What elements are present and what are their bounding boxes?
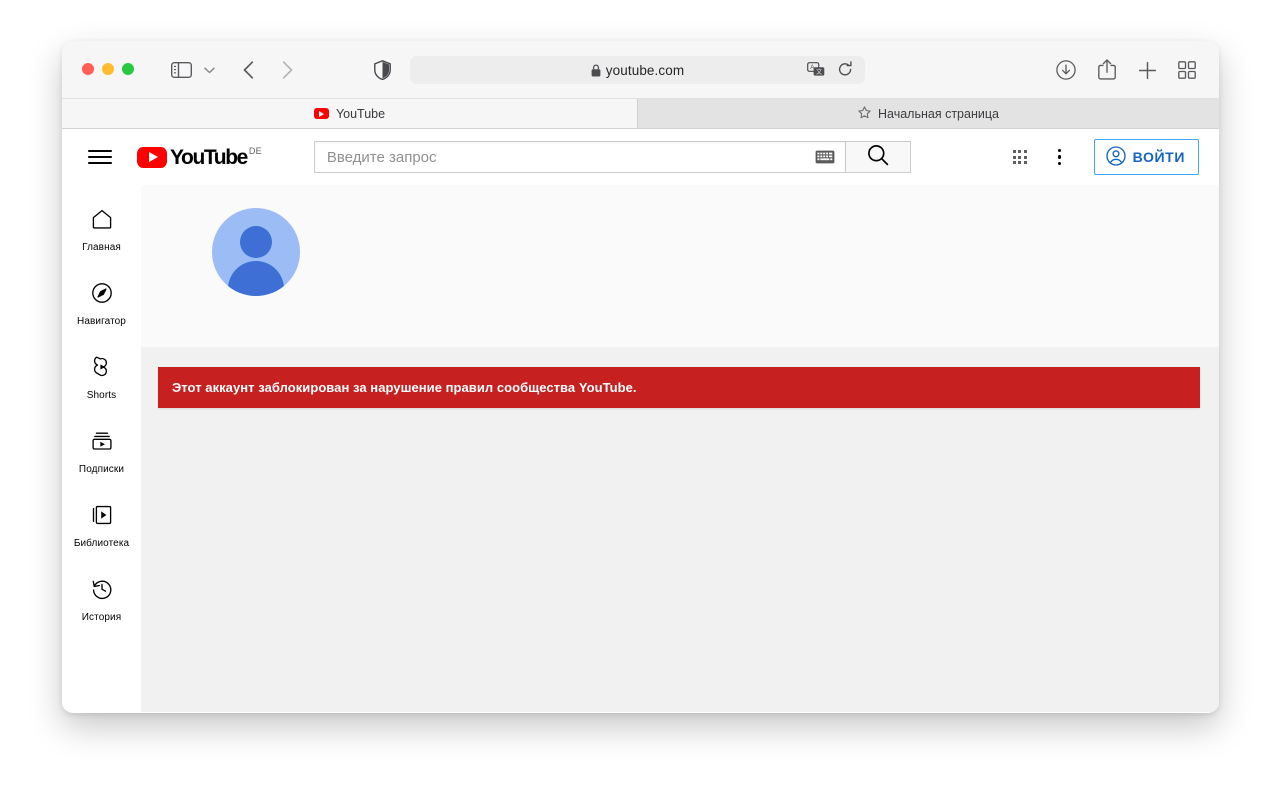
sidebar-item-library[interactable]: Библиотека bbox=[62, 489, 141, 563]
shield-privacy-icon[interactable] bbox=[370, 58, 394, 82]
search-input-wrapper bbox=[313, 141, 845, 173]
compass-icon bbox=[90, 281, 114, 310]
svg-text:文: 文 bbox=[816, 68, 822, 76]
sidebar-item-shorts[interactable]: Shorts bbox=[62, 341, 141, 415]
sidebar-item-explore-label: Навигатор bbox=[77, 316, 126, 327]
history-icon bbox=[90, 577, 114, 606]
window-controls bbox=[82, 63, 134, 75]
sidebar-item-explore[interactable]: Навигатор bbox=[62, 267, 141, 341]
page-body: Главная Навигатор Shorts Подписки Библио… bbox=[62, 185, 1219, 712]
sidebar-toggle-icon[interactable] bbox=[168, 58, 194, 82]
sidebar-item-subscriptions-label: Подписки bbox=[78, 464, 125, 475]
youtube-wordmark: YouTube bbox=[170, 145, 248, 169]
channel-header-band bbox=[141, 185, 1219, 347]
keyboard-icon[interactable] bbox=[815, 150, 835, 169]
default-account-avatar bbox=[212, 208, 300, 296]
download-icon[interactable] bbox=[1054, 58, 1078, 82]
sidebar-item-subscriptions[interactable]: Подписки bbox=[62, 415, 141, 489]
search-form bbox=[313, 141, 911, 173]
close-window-button[interactable] bbox=[82, 63, 94, 75]
search-input[interactable] bbox=[314, 148, 845, 166]
youtube-masthead: YouTube DE Введите запрос ВОЙТИ bbox=[62, 129, 1219, 185]
star-icon bbox=[858, 105, 871, 122]
masthead-actions: ВОЙТИ bbox=[1000, 129, 1199, 185]
tab-home-page[interactable]: Начальная страница bbox=[638, 99, 1219, 128]
tab-youtube[interactable]: YouTube bbox=[62, 99, 638, 128]
sidebar-item-shorts-label: Shorts bbox=[86, 390, 117, 401]
youtube-page: YouTube DE Введите запрос ВОЙТИ Главная … bbox=[62, 129, 1219, 712]
youtube-sidebar: Главная Навигатор Shorts Подписки Библио… bbox=[62, 185, 141, 712]
search-icon bbox=[867, 144, 889, 171]
minimize-window-button[interactable] bbox=[102, 63, 114, 75]
sidebar-item-library-label: Библиотека bbox=[73, 538, 130, 549]
library-icon bbox=[90, 503, 114, 532]
address-bar[interactable]: youtube.com A 文 bbox=[410, 56, 865, 84]
new-tab-icon[interactable] bbox=[1135, 58, 1159, 82]
youtube-logo[interactable]: YouTube DE bbox=[137, 145, 262, 170]
browser-window: youtube.com A 文 YouTube Начальная страни… bbox=[62, 41, 1219, 713]
reload-icon[interactable] bbox=[838, 61, 853, 81]
home-icon bbox=[90, 207, 114, 236]
youtube-country-code: DE bbox=[248, 145, 262, 156]
sidebar-item-history[interactable]: История bbox=[62, 563, 141, 637]
share-icon[interactable] bbox=[1095, 57, 1119, 82]
subscriptions-icon bbox=[90, 429, 114, 458]
youtube-play-icon bbox=[137, 146, 167, 168]
tab-youtube-label: YouTube bbox=[335, 106, 386, 121]
chevron-down-icon[interactable] bbox=[200, 60, 218, 80]
tab-home-page-label: Начальная страница bbox=[878, 106, 999, 121]
sidebar-item-home[interactable]: Главная bbox=[62, 193, 141, 267]
more-vertical-icon[interactable] bbox=[1040, 137, 1080, 177]
url-text: youtube.com bbox=[605, 62, 685, 78]
sidebar-item-history-label: История bbox=[81, 612, 122, 623]
tab-overview-icon[interactable] bbox=[1175, 59, 1199, 81]
maximize-window-button[interactable] bbox=[122, 63, 134, 75]
search-button[interactable] bbox=[844, 141, 911, 173]
forward-arrow-icon[interactable] bbox=[275, 57, 299, 83]
signin-button[interactable]: ВОЙТИ bbox=[1093, 139, 1199, 175]
tab-strip: YouTube Начальная страница bbox=[62, 99, 1219, 129]
apps-grid-icon[interactable] bbox=[1000, 137, 1040, 177]
shorts-icon bbox=[90, 355, 114, 384]
signin-label: ВОЙТИ bbox=[1132, 149, 1185, 165]
banner-container: Этот аккаунт заблокирован за нарушение п… bbox=[141, 347, 1219, 408]
back-arrow-icon[interactable] bbox=[236, 57, 260, 83]
lock-icon bbox=[591, 63, 601, 77]
channel-content: Этот аккаунт заблокирован за нарушение п… bbox=[141, 185, 1219, 712]
sidebar-item-home-label: Главная bbox=[82, 242, 121, 253]
account-circle-icon bbox=[1105, 145, 1126, 169]
account-terminated-banner: Этот аккаунт заблокирован за нарушение п… bbox=[158, 367, 1200, 408]
youtube-icon bbox=[313, 108, 329, 119]
hamburger-menu-icon[interactable] bbox=[88, 145, 112, 169]
translate-icon[interactable]: A 文 bbox=[807, 62, 825, 81]
browser-toolbar: youtube.com A 文 bbox=[62, 41, 1219, 99]
